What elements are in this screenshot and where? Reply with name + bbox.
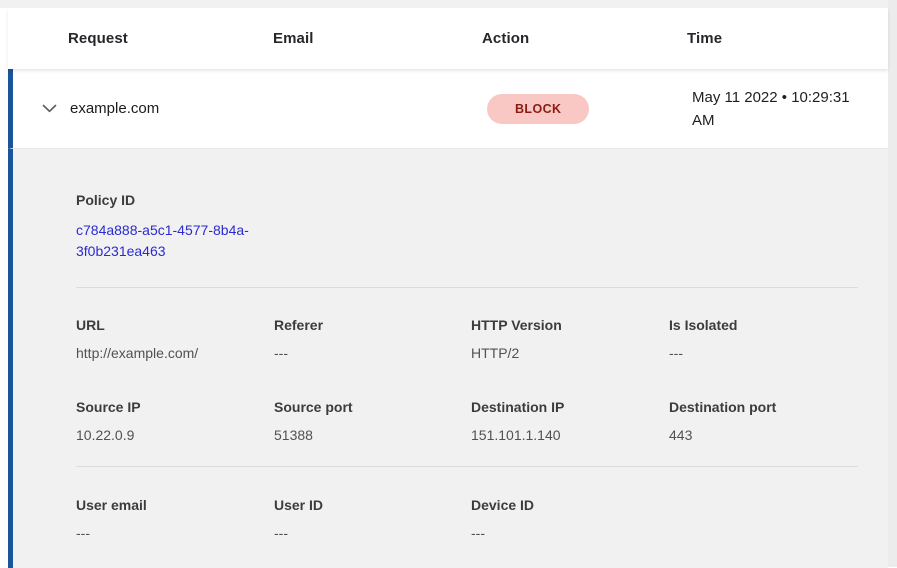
field-value: --- [471, 525, 669, 541]
field-value: --- [274, 525, 471, 541]
page-right-gutter [888, 0, 897, 567]
field-referer: Referer --- [274, 317, 471, 361]
field-value: --- [274, 345, 471, 361]
detail-row-user: User email --- User ID --- Device ID --- [76, 497, 858, 541]
field-label: Destination port [669, 399, 858, 415]
field-value: 443 [669, 427, 858, 443]
field-label: URL [76, 317, 274, 333]
chevron-down-icon[interactable] [42, 104, 57, 113]
table-row[interactable]: example.com BLOCK May 11 2022 • 10:29:31… [8, 69, 888, 149]
field-label: Is Isolated [669, 317, 858, 333]
field-destination-port: Destination port 443 [669, 399, 858, 443]
action-cell: BLOCK [487, 94, 692, 124]
field-value: --- [76, 525, 274, 541]
page-top-strip [0, 0, 897, 8]
policy-id-label: Policy ID [76, 192, 858, 208]
row-detail-panel: Policy ID c784a888-a5c1-4577-8b4a-3f0b23… [8, 149, 888, 568]
field-value: http://example.com/ [76, 345, 274, 361]
log-table: Request Email Action Time example.com BL… [8, 8, 888, 567]
field-user-id: User ID --- [274, 497, 471, 541]
time-cell: May 11 2022 • 10:29:31 AM [692, 86, 888, 132]
field-value: --- [669, 345, 858, 361]
field-label: Device ID [471, 497, 669, 513]
field-device-id: Device ID --- [471, 497, 669, 541]
detail-row-network: Source IP 10.22.0.9 Source port 51388 De… [76, 399, 858, 443]
field-destination-ip: Destination IP 151.101.1.140 [471, 399, 669, 443]
field-source-port: Source port 51388 [274, 399, 471, 443]
field-label: HTTP Version [471, 317, 669, 333]
section-divider [76, 287, 858, 288]
section-divider [76, 466, 858, 467]
field-http-version: HTTP Version HTTP/2 [471, 317, 669, 361]
field-url: URL http://example.com/ [76, 317, 274, 361]
field-empty [669, 497, 858, 541]
field-is-isolated: Is Isolated --- [669, 317, 858, 361]
column-header-request: Request [8, 30, 273, 47]
field-label: Destination IP [471, 399, 669, 415]
column-header-action: Action [482, 30, 687, 47]
field-label: Referer [274, 317, 471, 333]
field-label: Source IP [76, 399, 274, 415]
field-value: 10.22.0.9 [76, 427, 274, 443]
field-label: User email [76, 497, 274, 513]
field-value: HTTP/2 [471, 345, 669, 361]
detail-row-http: URL http://example.com/ Referer --- HTTP… [76, 317, 858, 361]
field-label: User ID [274, 497, 471, 513]
field-value: 51388 [274, 427, 471, 443]
column-header-time: Time [687, 30, 888, 47]
block-status-badge: BLOCK [487, 94, 589, 124]
policy-section: Policy ID c784a888-a5c1-4577-8b4a-3f0b23… [76, 192, 858, 262]
request-cell: example.com [13, 100, 278, 117]
field-user-email: User email --- [76, 497, 274, 541]
field-label: Source port [274, 399, 471, 415]
field-value: 151.101.1.140 [471, 427, 669, 443]
table-header-row: Request Email Action Time [8, 8, 888, 69]
request-domain: example.com [70, 100, 159, 117]
column-header-email: Email [273, 30, 482, 47]
policy-id-link[interactable]: c784a888-a5c1-4577-8b4a-3f0b231ea463 [76, 220, 276, 262]
field-source-ip: Source IP 10.22.0.9 [76, 399, 274, 443]
